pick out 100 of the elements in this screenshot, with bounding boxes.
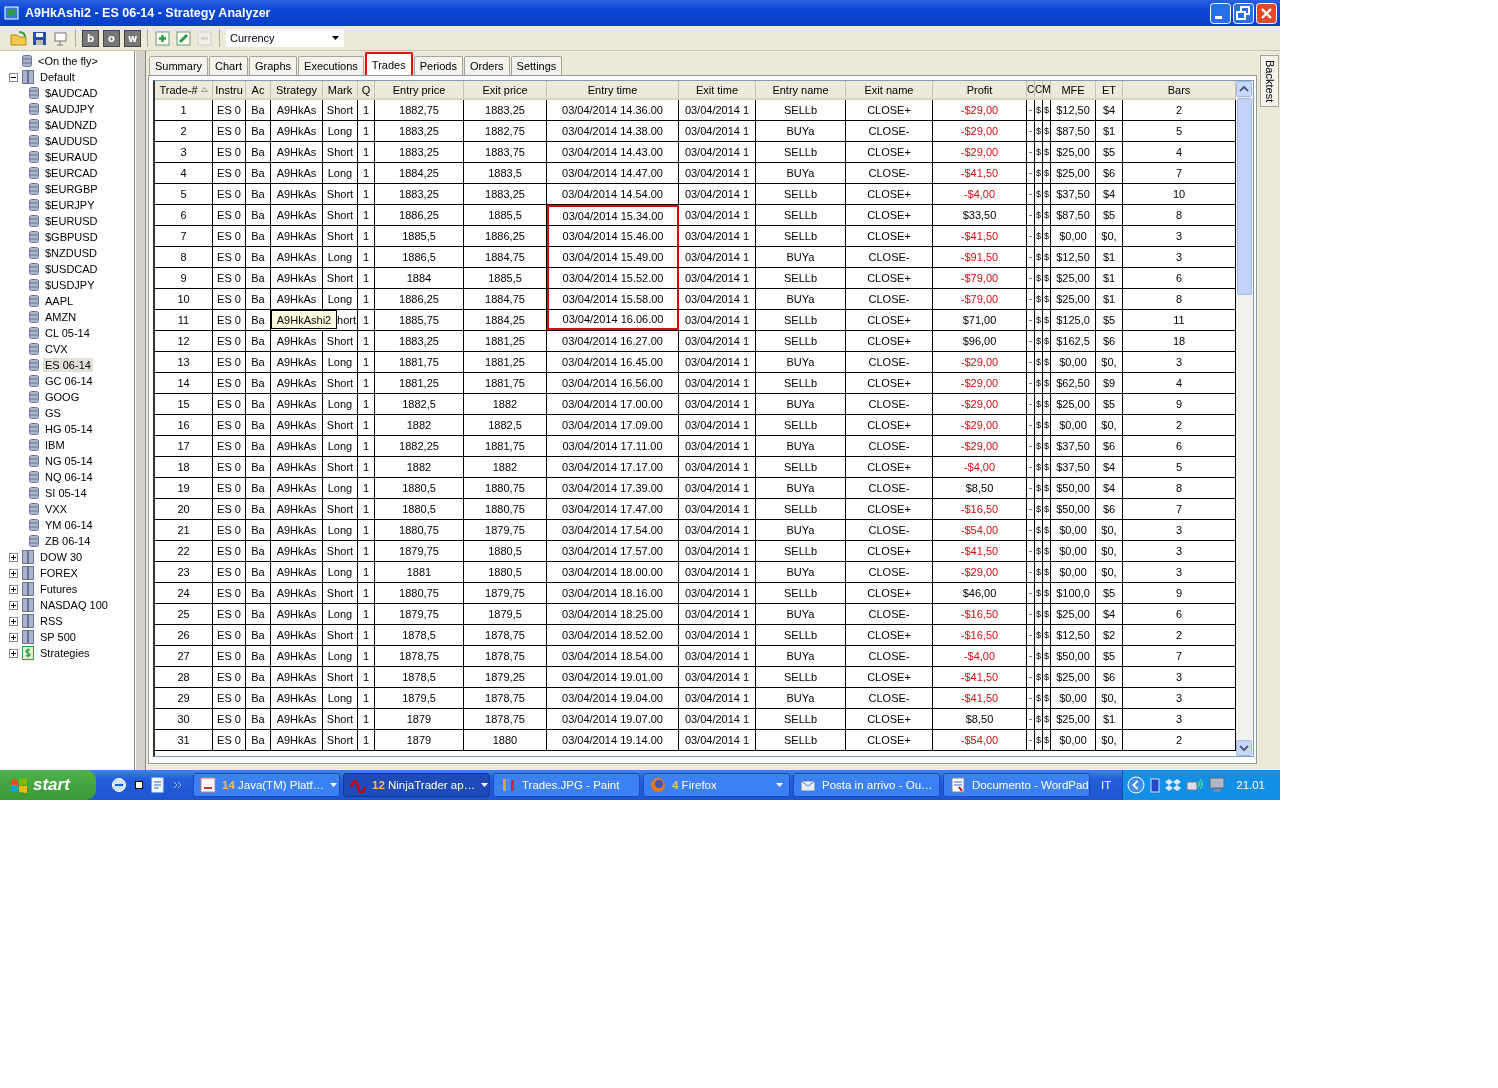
tree-item[interactable]: $AUDCAD (43, 86, 100, 100)
tree-item[interactable]: <On the fly> (36, 54, 100, 68)
taskbar-button[interactable]: 4 Firefox (643, 773, 790, 797)
toolbar-button[interactable]: b (82, 29, 99, 47)
language-indicator[interactable]: IT (1093, 779, 1120, 791)
tree-item[interactable]: $EURUSD (43, 214, 100, 228)
scrollbar[interactable] (1236, 81, 1253, 756)
tab[interactable]: Summary (149, 56, 209, 75)
collapse-icon[interactable] (9, 72, 18, 82)
maximize-button[interactable] (1233, 2, 1254, 24)
taskbar-button[interactable]: Trades.JPG - Paint (493, 773, 640, 797)
taskbar-button[interactable]: Documento - WordPad (943, 773, 1090, 797)
tree-item[interactable]: HG 05-14 (43, 422, 95, 436)
minimize-button[interactable] (1210, 2, 1231, 24)
close-button[interactable] (1256, 2, 1277, 24)
expand-icon[interactable] (9, 568, 18, 578)
splitter[interactable] (135, 51, 146, 770)
tree-item[interactable]: GOOG (43, 390, 82, 404)
tab[interactable]: Periods (413, 56, 463, 75)
tree-item[interactable]: Default (38, 70, 77, 84)
expand-icon[interactable] (9, 584, 18, 594)
edit-icon[interactable] (175, 29, 192, 47)
tree-item[interactable]: $AUDUSD (43, 134, 100, 148)
tree-item[interactable]: YM 06-14 (43, 518, 95, 532)
tree-item[interactable]: SI 05-14 (43, 486, 89, 500)
column-header[interactable]: Entry price (375, 81, 464, 98)
tree-item[interactable]: NQ 06-14 (43, 470, 95, 484)
currency-dropdown[interactable]: Currency (226, 29, 344, 47)
taskbar-button[interactable]: 12 NinjaTrader ap… (343, 773, 490, 797)
tree-item[interactable]: $EURJPY (43, 198, 97, 212)
column-header[interactable]: M (1043, 81, 1051, 98)
computer-icon[interactable] (1209, 777, 1226, 793)
toolbar-button[interactable]: w (124, 29, 141, 47)
expand-icon[interactable] (9, 616, 18, 626)
column-header[interactable]: Entry time (547, 81, 679, 98)
tree-item[interactable]: $AUDJPY (43, 102, 97, 116)
chevron-icon[interactable] (173, 781, 182, 789)
taskbar-button[interactable]: Posta in arrivo - Ou… (793, 773, 940, 797)
tree-item[interactable]: $USDCAD (43, 262, 100, 276)
tab[interactable]: Settings (510, 56, 563, 75)
column-header[interactable]: ET (1096, 81, 1123, 98)
tree-item[interactable]: SP 500 (38, 630, 78, 644)
expand-icon[interactable] (9, 648, 18, 658)
tab[interactable]: Chart (209, 56, 248, 75)
tree-item[interactable]: Futures (38, 582, 80, 596)
column-header[interactable]: C (1035, 81, 1043, 98)
save-icon[interactable] (31, 29, 48, 47)
tree-item[interactable]: CL 05-14 (43, 326, 92, 340)
tree-item[interactable]: $EURAUD (43, 150, 100, 164)
column-header[interactable]: Ac (246, 81, 271, 98)
tab[interactable]: Trades (364, 52, 413, 75)
tree-item[interactable]: AAPL (43, 294, 76, 308)
expand-icon[interactable] (9, 600, 18, 610)
column-header[interactable]: Trade-# (155, 81, 213, 98)
toolbar-button[interactable]: o (103, 29, 120, 47)
tree-item[interactable]: ES 06-14 (43, 358, 93, 372)
add-icon[interactable] (154, 29, 171, 47)
column-header[interactable]: Entry name (756, 81, 846, 98)
tree-item[interactable]: NASDAQ 100 (38, 598, 110, 612)
column-header[interactable]: MFE (1051, 81, 1096, 98)
tree-item[interactable]: $AUDNZD (43, 118, 99, 132)
scroll-thumb[interactable] (1237, 98, 1252, 295)
column-header[interactable]: C (1027, 81, 1035, 98)
scroll-down-button[interactable] (1236, 740, 1252, 756)
tree-item[interactable]: VXX (43, 502, 69, 516)
column-header[interactable]: Mark (323, 81, 358, 98)
tree-item[interactable]: DOW 30 (38, 550, 85, 564)
tree-item[interactable]: $NZDUSD (43, 246, 99, 260)
scroll-up-button[interactable] (1236, 81, 1252, 97)
tree-item[interactable]: $GBPUSD (43, 230, 100, 244)
tree-item[interactable]: RSS (38, 614, 65, 628)
tab[interactable]: Executions (298, 56, 364, 75)
tab[interactable]: Graphs (248, 56, 298, 75)
column-header[interactable]: Exit price (464, 81, 547, 98)
battery-icon[interactable] (1150, 777, 1161, 793)
tree-item[interactable]: NG 05-14 (43, 454, 95, 468)
tree-item[interactable]: $EURGBP (43, 182, 100, 196)
tree-item[interactable]: GC 06-14 (43, 374, 95, 388)
column-header[interactable]: Q (358, 81, 375, 98)
taskbar-button[interactable]: 14 Java(TM) Platf… (193, 773, 340, 797)
tree-item[interactable]: GS (43, 406, 63, 420)
tree-item[interactable]: FOREX (38, 566, 80, 580)
tree-item[interactable]: $EURCAD (43, 166, 100, 180)
desktop-icon[interactable] (135, 781, 143, 789)
expand-icon[interactable] (9, 552, 18, 562)
dropbox-icon[interactable] (1165, 777, 1182, 793)
column-header[interactable]: Exit name (846, 81, 933, 98)
tree-item[interactable]: Strategies (38, 646, 92, 660)
tree-item[interactable]: $USDJPY (43, 278, 97, 292)
expand-icon[interactable] (9, 632, 18, 642)
tree-item[interactable]: IBM (43, 438, 67, 452)
network-icon[interactable] (1186, 777, 1205, 793)
column-header[interactable]: Profit (933, 81, 1027, 98)
tab[interactable]: Orders (464, 56, 510, 75)
notepad-icon[interactable] (151, 777, 165, 793)
tree-item[interactable]: AMZN (43, 310, 79, 324)
tree-item[interactable]: CVX (43, 342, 70, 356)
tree-item[interactable]: ZB 06-14 (43, 534, 93, 548)
column-header[interactable]: Instru (213, 81, 246, 98)
side-tab[interactable]: Backtest (1260, 55, 1279, 108)
